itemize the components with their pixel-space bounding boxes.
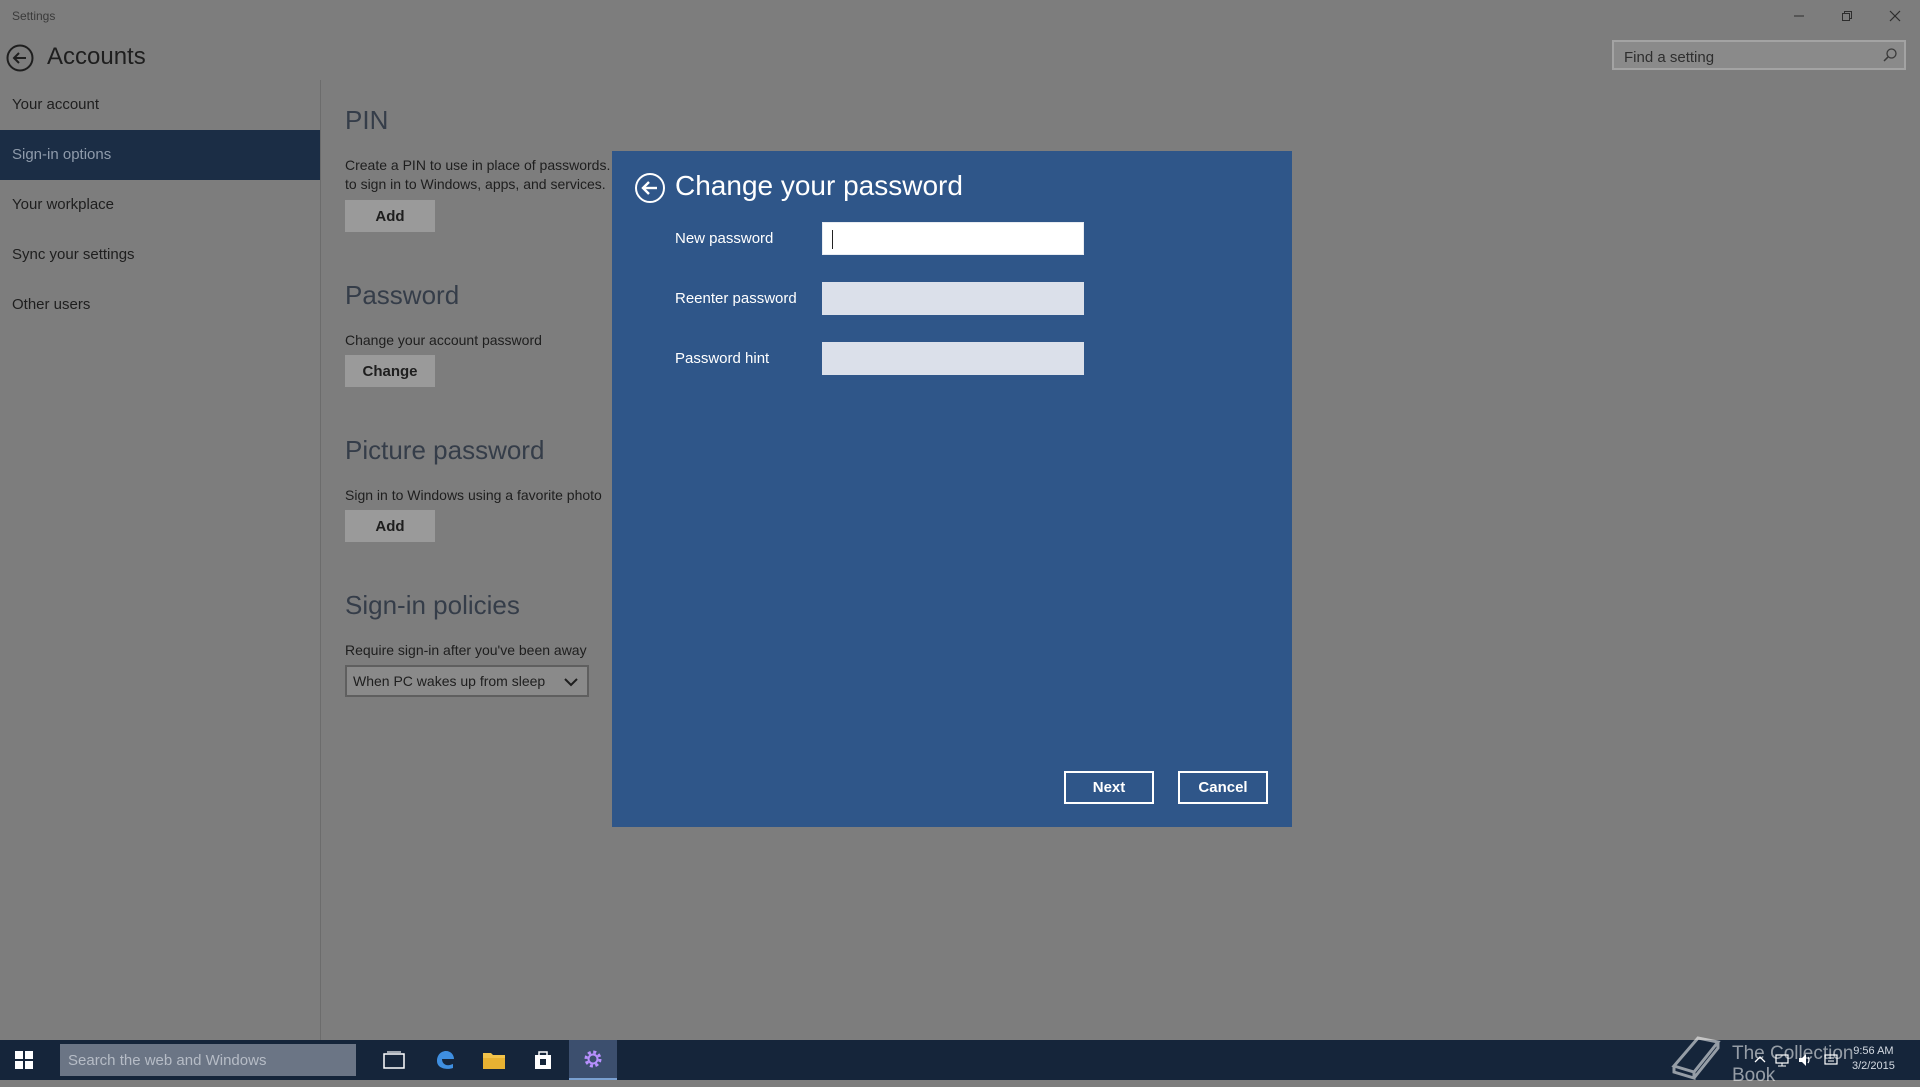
watermark: The Collection Book [1668, 1028, 1898, 1086]
password-description: Change your account password [345, 332, 542, 348]
back-arrow-icon [6, 44, 34, 72]
gear-icon [584, 1050, 602, 1068]
signin-policies-section-title: Sign-in policies [345, 590, 520, 620]
taskbar-search-placeholder: Search the web and Windows [68, 1052, 267, 1069]
change-password-dialog: Change your password New password Reente… [612, 151, 1292, 827]
find-setting-search[interactable] [1612, 40, 1906, 70]
add-picture-password-button[interactable]: Add [345, 510, 435, 542]
dialog-back-button[interactable] [634, 172, 666, 204]
sidebar: Your account Sign-in options Your workpl… [0, 80, 321, 1040]
close-button[interactable] [1872, 2, 1918, 30]
new-password-label: New password [675, 230, 774, 247]
file-explorer-button[interactable] [470, 1040, 518, 1080]
picture-password-section-title: Picture password [345, 435, 545, 465]
dropdown-selected-value: When PC wakes up from sleep [353, 673, 546, 689]
app-title: Settings [12, 9, 56, 23]
add-pin-button[interactable]: Add [345, 200, 435, 232]
pin-section-title: PIN [345, 105, 389, 135]
sidebar-item-sign-in-options[interactable]: Sign-in options [0, 130, 320, 180]
sidebar-item-sync-settings[interactable]: Sync your settings [0, 230, 320, 280]
sidebar-item-your-account[interactable]: Your account [0, 80, 320, 130]
watermark-text: The Collection Book [1732, 1043, 1854, 1086]
taskbar-search-box[interactable]: Search the web and Windows [60, 1044, 356, 1076]
start-button[interactable] [0, 1040, 48, 1080]
page-title: Accounts [47, 43, 146, 70]
close-icon [1889, 10, 1901, 22]
store-button[interactable] [519, 1040, 567, 1080]
cancel-button[interactable]: Cancel [1178, 771, 1268, 804]
new-password-field[interactable] [822, 222, 1084, 255]
minimize-icon [1794, 15, 1804, 17]
book-logo-icon [1671, 1036, 1721, 1081]
store-bag-icon [535, 1051, 551, 1069]
change-password-button[interactable]: Change [345, 355, 435, 387]
settings-header: Accounts [0, 30, 1920, 80]
taskbar: Search the web and Windows 9:56 AM 3/2/2… [0, 1040, 1920, 1080]
pin-description-line1: Create a PIN to use in place of password… [345, 157, 611, 173]
task-view-icon [383, 1051, 405, 1069]
reenter-password-field[interactable] [822, 282, 1084, 315]
next-button[interactable]: Next [1064, 771, 1154, 804]
restore-icon [1842, 11, 1852, 21]
edge-browser-icon [437, 1051, 454, 1069]
password-hint-label: Password hint [675, 350, 770, 367]
settings-app-button[interactable] [569, 1040, 617, 1080]
dialog-title: Change your password [675, 170, 963, 201]
picture-password-description: Sign in to Windows using a favorite phot… [345, 487, 602, 503]
text-caret [832, 230, 833, 249]
sidebar-item-your-workplace[interactable]: Your workplace [0, 180, 320, 230]
chevron-down-icon [564, 678, 578, 687]
password-section-title: Password [345, 280, 460, 310]
folder-icon [483, 1053, 505, 1069]
search-input[interactable] [1622, 46, 1866, 68]
back-arrow-icon [635, 173, 665, 203]
pin-description-line2: to sign in to Windows, apps, and service… [345, 176, 606, 192]
reenter-password-label: Reenter password [675, 290, 797, 307]
windows-logo-icon [15, 1051, 33, 1069]
title-bar: Settings [0, 0, 1920, 30]
password-hint-field[interactable] [822, 342, 1084, 375]
sidebar-item-other-users[interactable]: Other users [0, 280, 320, 330]
restore-button[interactable] [1824, 2, 1870, 30]
task-view-button[interactable] [370, 1040, 418, 1080]
back-button[interactable] [6, 44, 34, 72]
require-signin-dropdown[interactable]: When PC wakes up from sleep [345, 665, 589, 697]
signin-policies-description: Require sign-in after you've been away [345, 642, 587, 658]
search-icon[interactable] [1882, 47, 1898, 63]
minimize-button[interactable] [1776, 2, 1822, 30]
edge-browser-button[interactable] [421, 1040, 469, 1080]
